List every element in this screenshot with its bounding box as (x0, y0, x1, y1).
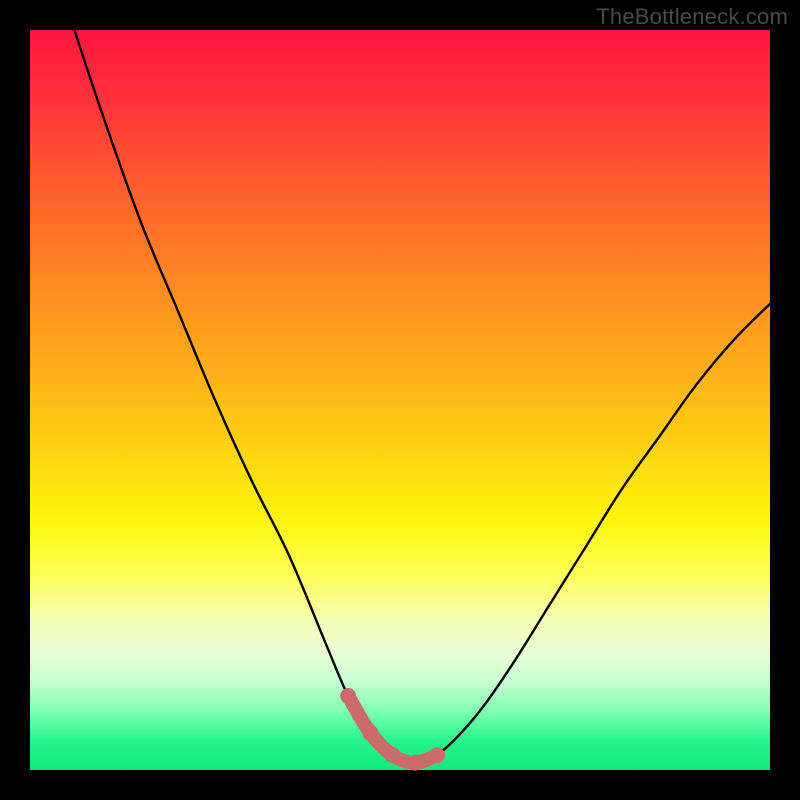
chart-frame: TheBottleneck.com (0, 0, 800, 800)
curve-svg (30, 30, 770, 770)
highlight-dot (429, 747, 445, 763)
main-curve (74, 30, 770, 763)
highlight-dot (362, 725, 378, 741)
highlight-dot (340, 688, 356, 704)
highlight-dot (385, 747, 401, 763)
watermark-text: TheBottleneck.com (596, 4, 788, 30)
highlight-dot (407, 755, 423, 771)
plot-area (30, 30, 770, 770)
